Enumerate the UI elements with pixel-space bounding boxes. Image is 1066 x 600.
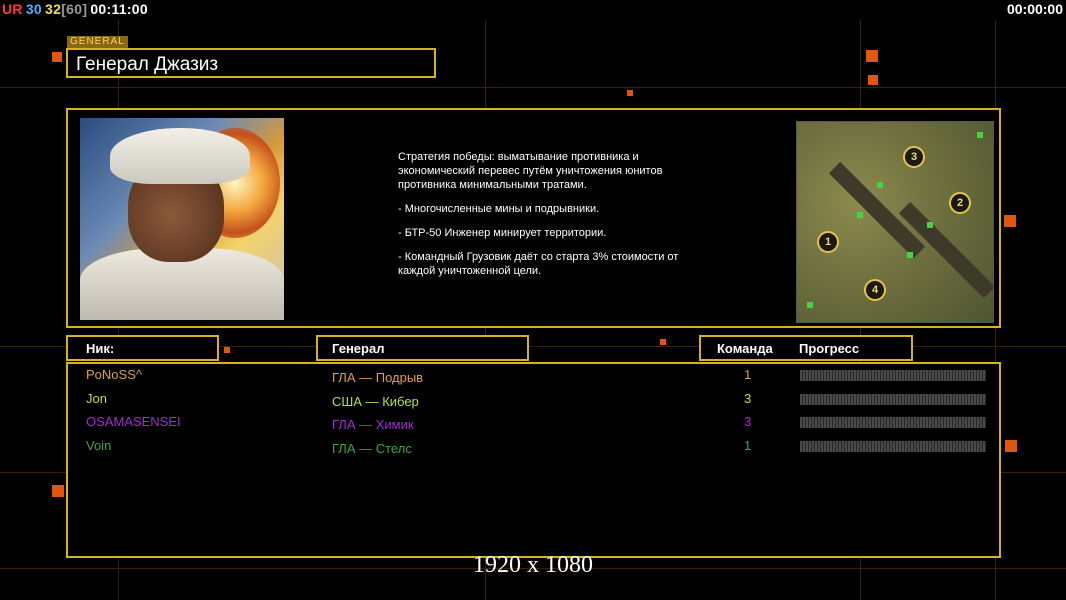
timer: 00:00:00 — [1006, 1, 1063, 17]
start-position-1[interactable]: 1 — [817, 231, 839, 253]
player-nick: OSAMASENSEI — [86, 414, 181, 429]
minimap[interactable]: 3 2 1 4 — [796, 121, 994, 323]
general-header: Генерал — [316, 335, 529, 361]
progress-bar — [800, 417, 986, 428]
player-general: ГЛА — Стелс — [332, 441, 412, 456]
strategy-text: Стратегия победы: выматывание противника… — [398, 151, 663, 191]
decor-square — [660, 339, 666, 345]
start-position-4[interactable]: 4 — [864, 279, 886, 301]
decor-square — [627, 90, 633, 96]
map-unit — [807, 302, 813, 308]
player-general: США — Кибер — [332, 394, 419, 409]
player-nick: Jon — [86, 391, 107, 406]
map-unit — [907, 252, 913, 258]
top-hud: UR 30 32[60] 00:11:00 00:00:00 — [0, 0, 1066, 20]
general-info-panel: Стратегия победы: выматывание противника… — [66, 108, 1001, 328]
nick-header-label: Ник: — [86, 341, 115, 356]
team-progress-header: Команда Прогресс — [699, 335, 913, 361]
feature-truck: - Командный Грузовик даёт со старта 3% с… — [398, 251, 679, 277]
start-position-3[interactable]: 3 — [903, 146, 925, 168]
ur-label: UR — [2, 1, 23, 17]
team-header-label: Команда — [717, 341, 773, 356]
start-position-2[interactable]: 2 — [949, 192, 971, 214]
player-general: ГЛА — Подрыв — [332, 370, 424, 385]
decor-square — [866, 50, 878, 62]
players-panel: PoNoSS^ ГЛА — Подрыв 1 Jon США — Кибер 3… — [66, 362, 1001, 558]
bg-line — [0, 87, 1066, 88]
general-description: Стратегия победы: выматывание противника… — [398, 150, 698, 288]
counter-b: 32 — [45, 1, 62, 17]
progress-bar — [800, 394, 986, 405]
player-team: 1 — [744, 367, 752, 382]
map-unit — [927, 222, 933, 228]
title-box: Генерал Джазиз — [66, 48, 436, 78]
player-row: Jon США — Кибер 3 — [68, 389, 1003, 411]
resolution-label: 1920 x 1080 — [473, 552, 593, 578]
player-row: OSAMASENSEI ГЛА — Химик 3 — [68, 412, 1003, 434]
turban-graphic — [110, 128, 250, 184]
player-row: Voin ГЛА — Стелс 1 — [68, 436, 1003, 458]
counter-a: 30 — [25, 1, 43, 17]
player-nick: Voin — [86, 438, 112, 453]
decor-square — [224, 347, 230, 353]
feature-btr: - БТР-50 Инженер минирует территории. — [398, 227, 607, 239]
decor-square — [868, 75, 878, 85]
general-header-label: Генерал — [332, 341, 385, 356]
progress-header-label: Прогресс — [799, 341, 860, 356]
player-team: 1 — [744, 438, 752, 453]
decor-square — [1005, 440, 1017, 452]
player-row: PoNoSS^ ГЛА — Подрыв 1 — [68, 365, 1003, 387]
page-title: Генерал Джазиз — [76, 54, 219, 75]
map-unit — [857, 212, 863, 218]
resource-counters: UR 30 32[60] 00:11:00 — [2, 1, 151, 17]
map-unit — [877, 182, 883, 188]
counter-c: [60] — [61, 1, 88, 17]
player-nick: PoNoSS^ — [86, 367, 142, 382]
nick-header: Ник: — [66, 335, 219, 361]
decor-square — [52, 52, 62, 62]
decor-square — [52, 485, 64, 497]
game-clock: 00:11:00 — [90, 1, 148, 17]
player-general: ГЛА — Химик — [332, 417, 414, 432]
map-unit — [977, 132, 983, 138]
player-team: 3 — [744, 414, 752, 429]
progress-bar — [800, 370, 986, 381]
general-tag: GENERAL — [67, 36, 128, 48]
general-portrait — [80, 118, 284, 320]
player-team: 3 — [744, 391, 752, 406]
decor-square — [1004, 215, 1016, 227]
feature-mines: - Многочисленные мины и подрывники. — [398, 203, 600, 215]
progress-bar — [800, 441, 986, 452]
